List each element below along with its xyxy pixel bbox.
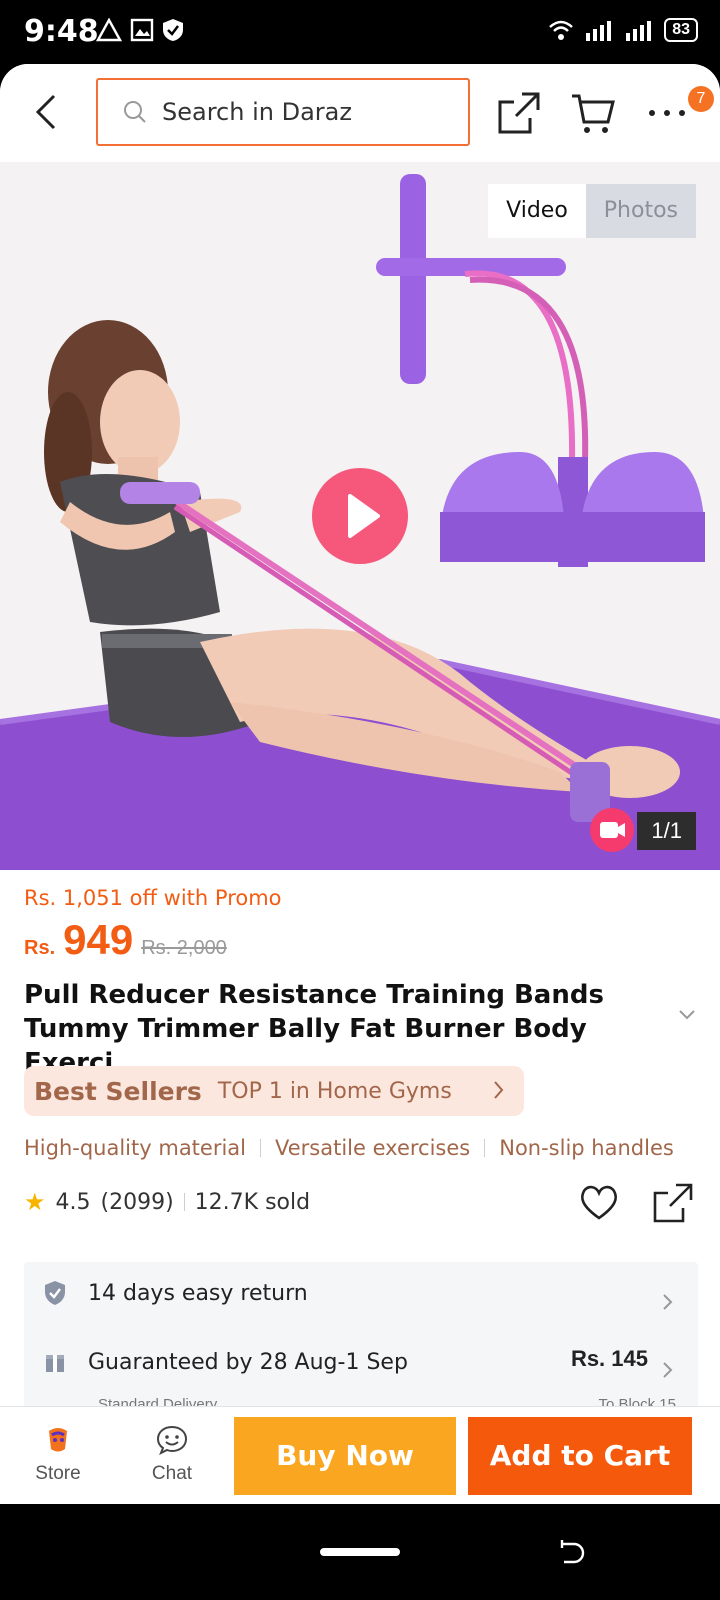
tab-photos[interactable]: Photos — [585, 184, 696, 238]
chat-button[interactable]: Chat — [146, 1425, 198, 1485]
chevron-right-icon — [494, 1081, 504, 1099]
status-time: 9:48 — [24, 14, 99, 49]
shield-check-icon — [45, 1281, 65, 1305]
top-bar: Search in Daraz 7 — [0, 64, 720, 162]
feature-item: Versatile exercises — [275, 1136, 471, 1160]
back-arrow-icon[interactable] — [26, 90, 70, 134]
search-placeholder: Search in Daraz — [162, 98, 352, 126]
search-icon — [124, 101, 146, 123]
service-box: 14 days easy return Guaranteed by 28 Aug… — [24, 1262, 698, 1413]
promo-text[interactable]: Rs. 1,051 off with Promo — [24, 886, 282, 910]
chevron-right-icon — [663, 1362, 673, 1378]
sold-count: 12.7K sold — [194, 1189, 311, 1215]
divider — [260, 1139, 262, 1157]
currency: Rs. — [24, 937, 56, 959]
chevron-right-icon — [663, 1294, 673, 1310]
store-button[interactable]: Store — [30, 1425, 86, 1485]
cart-badge: 7 — [688, 86, 714, 112]
search-input[interactable]: Search in Daraz — [96, 78, 470, 146]
product-title[interactable]: Pull Reducer Resistance Training Bands T… — [24, 978, 664, 1080]
home-gesture-bar[interactable] — [320, 1548, 400, 1556]
share-icon[interactable] — [496, 90, 542, 136]
store-icon — [49, 1428, 67, 1452]
system-nav-bar — [0, 1504, 720, 1600]
image-icon — [130, 18, 154, 42]
feature-list: High-quality material Versatile exercise… — [24, 1136, 674, 1160]
media-toggle: Video Photos — [488, 184, 696, 238]
play-icon — [348, 494, 380, 538]
wifi-icon — [549, 20, 574, 40]
feature-item: Non-slip handles — [499, 1136, 674, 1160]
rotate-icon[interactable] — [556, 1538, 586, 1568]
status-bar: 9:48 83 — [0, 0, 720, 64]
shield-icon — [163, 19, 183, 41]
best-seller-banner[interactable]: Best Sellers TOP 1 in Home Gyms — [24, 1066, 524, 1116]
best-seller-rank: TOP 1 in Home Gyms — [217, 1078, 452, 1104]
delivery-row[interactable]: Guaranteed by 28 Aug-1 Sep — [44, 1350, 408, 1375]
chat-label: Chat — [151, 1463, 193, 1484]
price: 949 — [63, 916, 134, 963]
divider — [183, 1193, 185, 1211]
battery-indicator: 83 — [664, 18, 698, 42]
add-to-cart-button[interactable]: Add to Cart — [468, 1417, 692, 1495]
signal-icon-2 — [626, 21, 652, 41]
product-page: Search in Daraz 7 Video Photos 1/1 Rs. 1… — [0, 64, 720, 1504]
feature-item: High-quality material — [24, 1136, 247, 1160]
cart-icon[interactable] — [570, 90, 616, 136]
original-price: Rs. 2,000 — [141, 937, 227, 959]
rating-row[interactable]: ★ 4.5 (2099) 12.7K sold — [24, 1188, 310, 1216]
play-button[interactable] — [312, 468, 408, 564]
more-icon[interactable] — [644, 90, 690, 136]
chat-icon — [156, 1425, 188, 1456]
tab-video[interactable]: Video — [488, 184, 586, 238]
return-text: 14 days easy return — [88, 1280, 308, 1306]
product-media[interactable]: Video Photos 1/1 — [0, 162, 720, 870]
rating-count: (2099) — [100, 1189, 174, 1215]
buy-now-button[interactable]: Buy Now — [234, 1417, 456, 1495]
share-icon[interactable] — [652, 1182, 694, 1224]
chevron-down-icon[interactable] — [678, 1009, 696, 1021]
signal-icon — [586, 21, 612, 41]
return-row[interactable]: 14 days easy return — [44, 1280, 308, 1306]
delivery-text: Guaranteed by 28 Aug-1 Sep — [88, 1350, 408, 1375]
warning-icon — [96, 18, 122, 42]
media-counter: 1/1 — [637, 812, 696, 850]
package-icon — [46, 1354, 64, 1372]
heart-icon[interactable] — [578, 1182, 620, 1222]
star-icon: ★ — [24, 1188, 46, 1216]
delivery-price: Rs. 145 — [570, 1346, 648, 1371]
best-seller-tag: Best Sellers — [34, 1076, 202, 1106]
video-camera-icon[interactable] — [590, 808, 634, 852]
rating-value: 4.5 — [55, 1189, 91, 1215]
bottom-action-bar: Store Chat Buy Now Add to Cart — [0, 1406, 720, 1504]
store-label: Store — [35, 1463, 81, 1484]
price-row: Rs. 949 Rs. 2,000 — [24, 916, 227, 964]
divider — [484, 1139, 486, 1157]
